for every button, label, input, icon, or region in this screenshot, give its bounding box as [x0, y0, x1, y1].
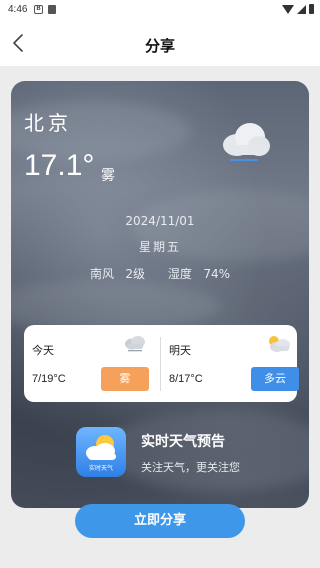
forecast-today: 今天 7/19°C 雾: [24, 325, 160, 402]
status-bar: 4:46 B: [0, 0, 320, 20]
date: 2024/11/01: [125, 214, 195, 228]
forecast-day-label: 今天: [32, 344, 54, 357]
city-name: 北京: [24, 111, 72, 135]
page-title: 分享: [144, 37, 175, 55]
nav-bar: 分享: [0, 20, 320, 66]
status-icons: [282, 4, 314, 14]
status-time: 4:46: [8, 4, 28, 15]
app-name: 实时天气预告: [141, 434, 225, 450]
forecast-day-label: 明天: [169, 344, 191, 357]
cloud-texture: [101, 411, 309, 491]
fog-cloud-icon: [125, 336, 145, 352]
forecast-temp-range: 8/17°C: [169, 373, 203, 385]
current-weather: 雾: [101, 168, 115, 184]
wifi-icon: [282, 4, 294, 14]
cloud-texture: [11, 281, 221, 331]
battery-icon: [309, 4, 314, 14]
forecast-box: 今天 7/19°C 雾 明天 8/17°C 多云: [24, 325, 299, 402]
notification-icon: B: [34, 5, 43, 14]
share-card: 北京 17.1° 雾 2024/11/01 星期五 南风 2级 湿度 74% 今…: [11, 81, 309, 508]
partly-cloudy-icon: [269, 336, 290, 352]
forecast-tomorrow: 明天 8/17°C 多云: [161, 325, 299, 402]
cloud-icon: [86, 443, 116, 460]
signal-icon: [297, 4, 306, 14]
sim-icon: [48, 5, 56, 14]
app-logo-text: 实时天气: [88, 465, 113, 472]
weekday: 星期五: [138, 240, 181, 254]
forecast-temp-range: 7/19°C: [32, 373, 66, 385]
current-temperature: 17.1°: [24, 149, 95, 182]
app-slogan: 关注天气，更关注您: [141, 461, 240, 474]
cloud-icon: [223, 123, 270, 156]
forecast-condition-badge: 多云: [251, 367, 299, 391]
share-now-button[interactable]: 立即分享: [75, 504, 245, 538]
wind-humidity: 南风 2级 湿度 74%: [89, 267, 231, 281]
forecast-condition-badge: 雾: [101, 367, 149, 391]
app-logo: 实时天气: [76, 427, 126, 477]
cloud-underline: [230, 159, 258, 161]
